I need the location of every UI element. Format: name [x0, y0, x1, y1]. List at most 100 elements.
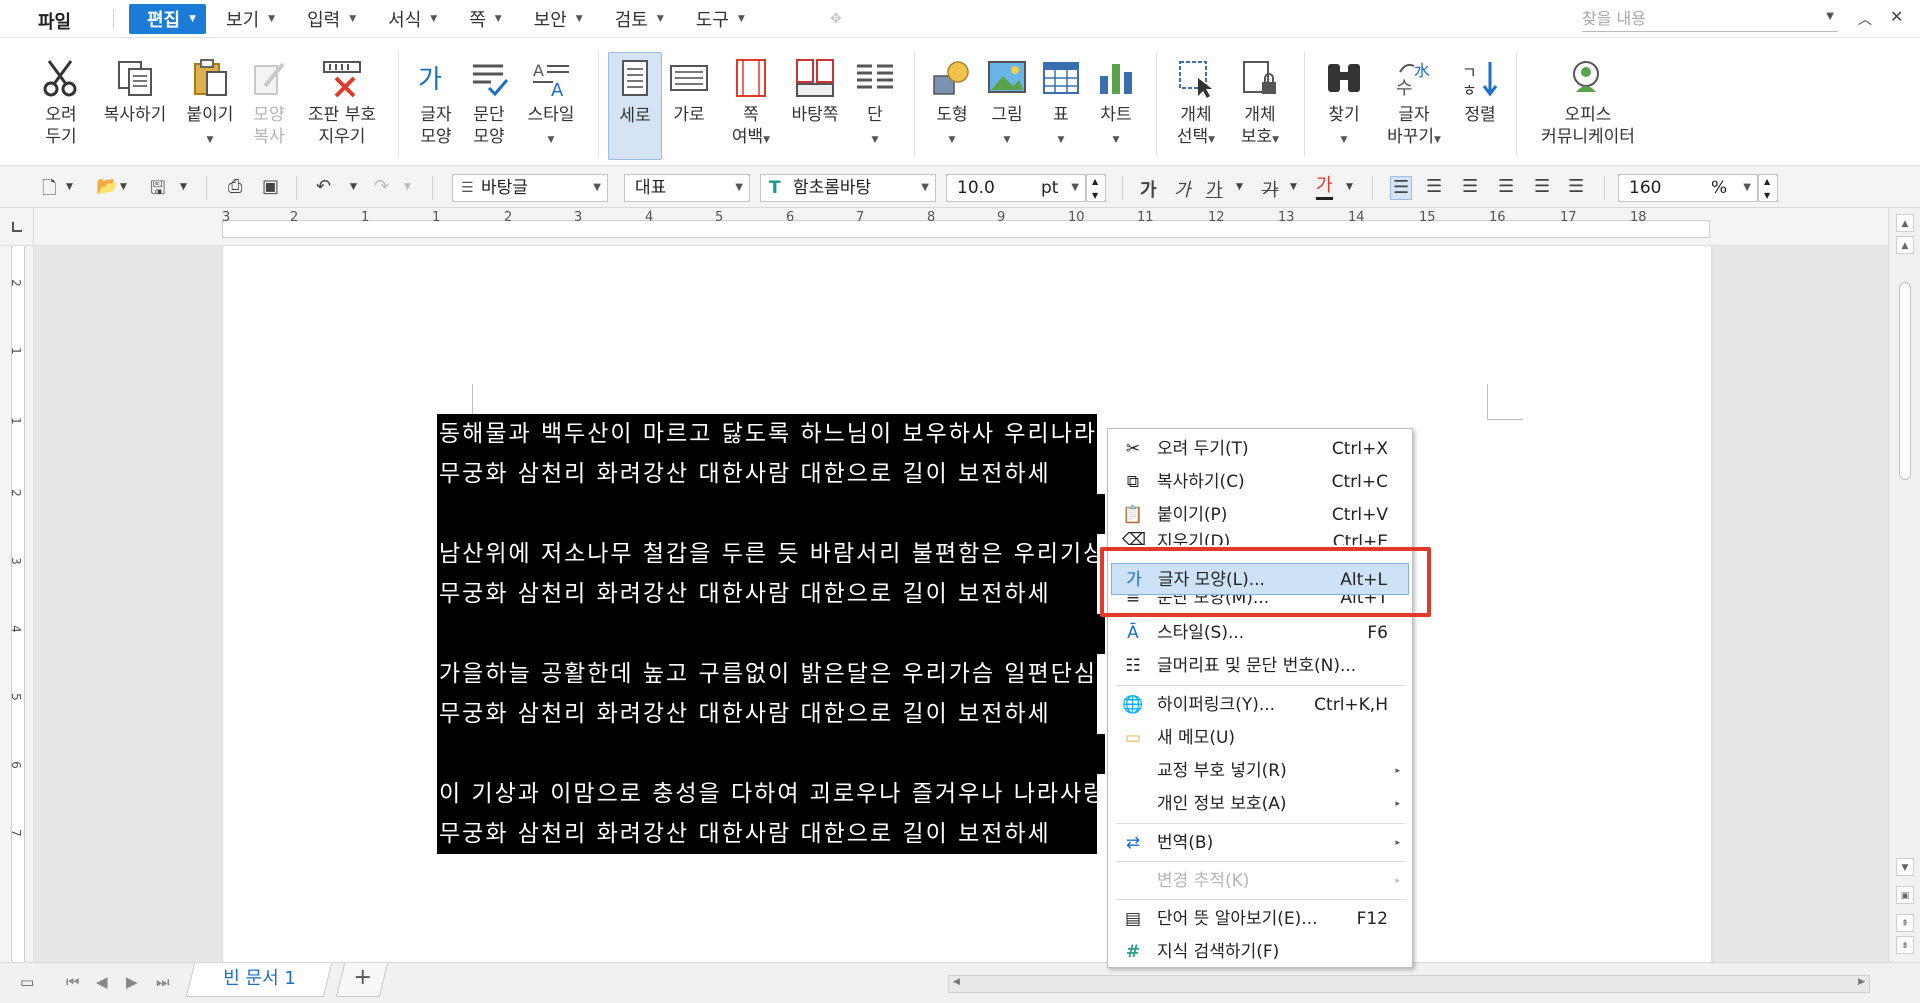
- first-page-icon[interactable]: ⏮: [66, 973, 80, 991]
- vertical-ruler[interactable]: 2 1 1 2 3 4 5 6 7: [0, 246, 34, 962]
- ctx-cut[interactable]: ✂ 오려 두기(T) Ctrl+X: [1108, 433, 1412, 465]
- font-color-icon[interactable]: 가: [1316, 176, 1333, 200]
- align-center-icon[interactable]: ☰: [1462, 176, 1478, 200]
- ctx-bullets[interactable]: ☷ 글머리표 및 문단 번호(N)...: [1108, 650, 1412, 682]
- chevron-down-icon[interactable]: ▼: [66, 182, 73, 206]
- scroll-down-icon[interactable]: ▼: [1896, 858, 1914, 876]
- document-tab[interactable]: 빈 문서 1: [185, 963, 333, 997]
- ctx-privacy[interactable]: 개인 정보 보호(A) ▸: [1108, 788, 1412, 820]
- text-line[interactable]: 남산위에 저소나무 철갑을 두른 듯 바람서리 불편함은 우리기상일세: [437, 534, 1097, 574]
- print-preview-icon[interactable]: ▣: [262, 176, 279, 200]
- ctx-proofread[interactable]: 교정 부호 넣기(R) ▸: [1108, 755, 1412, 787]
- menu-insert[interactable]: 입력 ▼: [295, 4, 368, 34]
- copy-button[interactable]: 복사하기: [94, 52, 176, 160]
- spin-down-icon[interactable]: ▼: [1764, 183, 1770, 209]
- open-folder-icon[interactable]: 📂: [96, 176, 118, 200]
- replace-button[interactable]: 수水 글자 바꾸기▼: [1378, 52, 1450, 160]
- scrollbar-thumb[interactable]: [1899, 282, 1911, 480]
- text-line-blank[interactable]: [437, 614, 1105, 654]
- clear-marks-button[interactable]: 조판 부호 지우기: [300, 52, 384, 160]
- horizontal-page-button[interactable]: 가로: [666, 52, 712, 160]
- align-split-icon[interactable]: ☰: [1568, 176, 1584, 200]
- page-view-icon[interactable]: ▣: [1896, 886, 1914, 904]
- bold-icon[interactable]: 가: [1140, 176, 1157, 201]
- chevron-down-icon[interactable]: ▼: [1236, 182, 1243, 206]
- style-combo[interactable]: ☰ 바탕글 ▼: [452, 174, 608, 202]
- align-justify-icon[interactable]: ☰: [1390, 176, 1413, 200]
- text-line[interactable]: 무궁화 삼천리 화려강산 대한사람 대한으로 길이 보전하세: [437, 454, 1097, 494]
- text-line[interactable]: 무궁화 삼천리 화려강산 대한사람 대한으로 길이 보전하세: [437, 574, 1097, 614]
- align-left-icon[interactable]: ☰: [1426, 176, 1442, 200]
- chevron-down-icon[interactable]: ▼: [180, 182, 187, 206]
- menu-tools[interactable]: 도구 ▼: [684, 4, 757, 34]
- language-combo[interactable]: 대표 ▼: [624, 174, 750, 202]
- ctx-style[interactable]: Ā 스타일(S)... F6: [1108, 617, 1412, 649]
- text-line[interactable]: 무궁화 삼천리 화려강산 대한사람 대한으로 길이 보전하세: [437, 814, 1097, 854]
- ctx-track-changes[interactable]: 변경 추적(K) ▸: [1108, 865, 1412, 897]
- page-margin-button[interactable]: 쪽 여백▼: [720, 52, 782, 160]
- align-right-icon[interactable]: ☰: [1498, 176, 1514, 200]
- font-combo[interactable]: T 함초롬바탕 ▼: [760, 174, 936, 202]
- menu-format[interactable]: 서식 ▼: [376, 4, 449, 34]
- object-select-button[interactable]: 개체 선택▼: [1168, 52, 1224, 160]
- vertical-scrollbar[interactable]: ▲ ▲ ▼ ▣ ⇞ ⇟: [1888, 208, 1920, 962]
- chevron-down-icon[interactable]: ▼: [120, 182, 127, 206]
- ctx-word-lookup[interactable]: ▤ 단어 뜻 알아보기(E)... F12: [1108, 903, 1412, 935]
- spin-down-icon[interactable]: ▼: [1092, 183, 1098, 209]
- format-copy-button[interactable]: 모양 복사: [246, 52, 292, 160]
- ctx-copy[interactable]: ⧉ 복사하기(C) Ctrl+C: [1108, 466, 1412, 498]
- save-icon[interactable]: 🖫: [150, 176, 165, 200]
- horizontal-scrollbar[interactable]: ◀ ▶: [948, 975, 1870, 993]
- text-line[interactable]: 동해물과 백두산이 마르고 닳도록 하느님이 보우하사 우리나라 만세: [437, 414, 1097, 454]
- strikethrough-icon[interactable]: 가: [1262, 176, 1279, 201]
- picture-button[interactable]: 그림 ▼: [984, 52, 1030, 160]
- menu-file[interactable]: 파일: [38, 8, 71, 34]
- scroll-up-icon[interactable]: ▲: [1896, 236, 1914, 254]
- search-input[interactable]: [1582, 6, 1812, 30]
- menu-view[interactable]: 보기 ▼: [214, 4, 287, 34]
- table-button[interactable]: 표 ▼: [1038, 52, 1084, 160]
- undo-icon[interactable]: ↶: [316, 176, 331, 200]
- scroll-up-icon[interactable]: ▲: [1896, 214, 1914, 232]
- ctx-knowledge-search[interactable]: # 지식 검색하기(F): [1108, 936, 1412, 968]
- new-document-icon[interactable]: 🗋: [42, 176, 56, 200]
- paste-button[interactable]: 붙이기 ▼: [180, 52, 240, 160]
- page-layout-icon[interactable]: ▭: [20, 973, 34, 991]
- chevron-down-icon[interactable]: ▼: [1346, 182, 1353, 206]
- column-button[interactable]: 단 ▼: [852, 52, 898, 160]
- chevron-down-icon[interactable]: ▼: [1290, 182, 1297, 206]
- font-size-combo[interactable]: 10.0 pt ▼: [946, 174, 1086, 202]
- text-line[interactable]: 무궁화 삼천리 화려강산 대한사람 대한으로 길이 보전하세: [437, 694, 1097, 734]
- vertical-page-button[interactable]: 세로: [608, 52, 662, 160]
- text-line-blank[interactable]: [437, 734, 1105, 774]
- office-communicator-button[interactable]: 오피스 커뮤니케이터: [1532, 52, 1644, 160]
- chevron-down-icon[interactable]: ▼: [404, 182, 411, 206]
- redo-icon[interactable]: ↷: [374, 176, 389, 200]
- menu-review[interactable]: 검토 ▼: [603, 4, 676, 34]
- chart-button[interactable]: 차트 ▼: [1090, 52, 1142, 160]
- scroll-right-icon[interactable]: ▶: [1858, 977, 1865, 987]
- style-button[interactable]: AA 스타일 ▼: [520, 52, 582, 160]
- shape-button[interactable]: 도형 ▼: [928, 52, 976, 160]
- menu-page[interactable]: 쪽 ▼: [457, 4, 513, 34]
- prev-page-icon[interactable]: ⇞: [1896, 914, 1914, 932]
- menu-edit[interactable]: 편집 ▼: [129, 4, 207, 34]
- zoom-spinner[interactable]: ▲ ▼: [1758, 174, 1778, 202]
- para-shape-button[interactable]: 문단 모양: [464, 52, 514, 160]
- chevron-down-icon[interactable]: ▼: [350, 182, 357, 206]
- cut-button[interactable]: 오려 두기: [36, 52, 86, 160]
- ctx-hyperlink[interactable]: 🌐 하이퍼링크(Y)... Ctrl+K,H: [1108, 689, 1412, 721]
- scroll-left-icon[interactable]: ◀: [953, 977, 960, 987]
- align-distribute-icon[interactable]: ☰: [1534, 176, 1550, 200]
- ctx-translate[interactable]: ⇄ 번역(B) ▸: [1108, 827, 1412, 859]
- chevron-down-icon[interactable]: ▼: [1826, 11, 1834, 22]
- zoom-combo[interactable]: 160 % ▼: [1618, 174, 1758, 202]
- sort-button[interactable]: ㄱㅎ 정렬: [1456, 52, 1504, 160]
- ruler-corner[interactable]: [0, 208, 34, 246]
- text-line[interactable]: 이 기상과 이맘으로 충성을 다하여 괴로우나 즐거우나 나라사랑하세: [437, 774, 1097, 814]
- menu-security[interactable]: 보안 ▼: [522, 4, 595, 34]
- ctx-paste[interactable]: 📋 붙이기(P) Ctrl+V: [1108, 499, 1412, 531]
- ctx-delete[interactable]: ⌫ 지우기(D) Ctrl+E: [1108, 529, 1412, 545]
- last-page-icon[interactable]: ⏭: [156, 973, 170, 991]
- underline-icon[interactable]: 가: [1206, 176, 1223, 201]
